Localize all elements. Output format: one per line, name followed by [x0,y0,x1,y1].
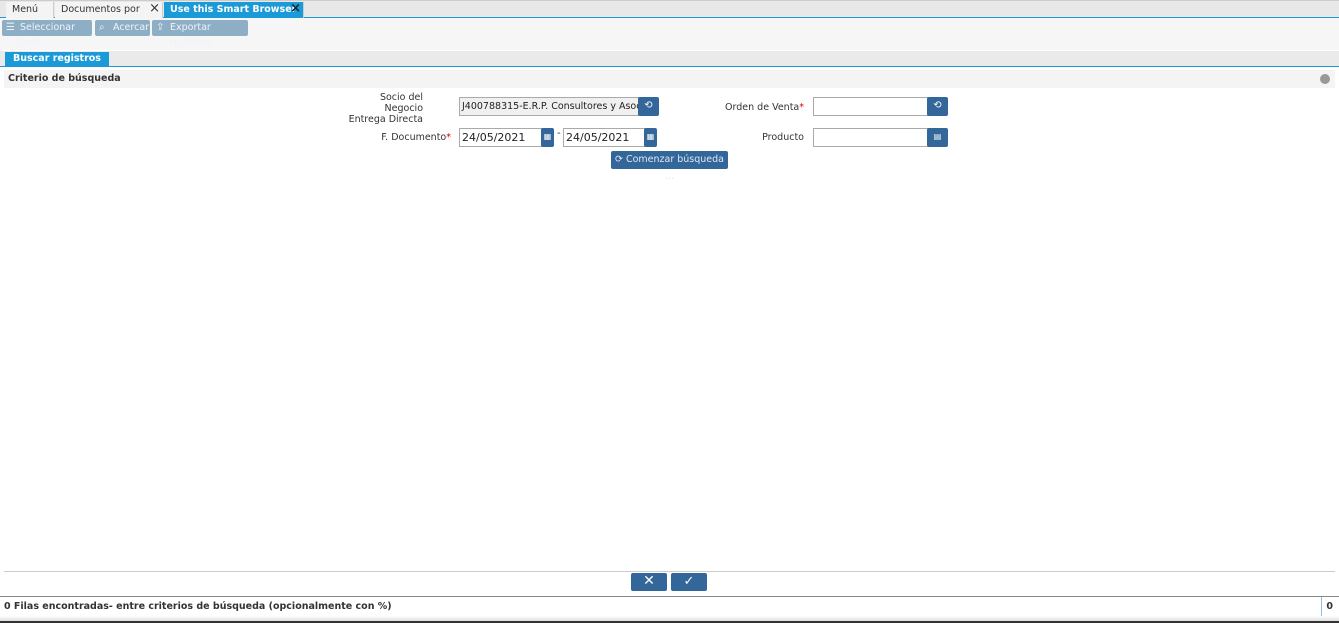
start-search-button[interactable]: ⟳ Comenzar búsqueda ... [611,151,728,182]
product-lookup-button[interactable]: ▤ [927,128,948,147]
calendar-icon: ▦ [646,132,655,141]
date-separator: - [557,128,561,139]
status-text: 0 Filas encontradas- entre criterios de … [4,601,392,612]
toolbar: ☰ Seleccionar todo ⌕ Acercar ⇪ Exportar reg… [0,18,1339,50]
zoom-icon: ⌕ [99,22,105,33]
cancel-button[interactable]: ✕ [631,573,667,591]
list-icon: ☰ [6,22,15,33]
order-lookup-button[interactable]: ⟲ [927,97,948,116]
product-label: Producto [762,132,804,143]
section-header[interactable]: Criterio de búsqueda [4,70,1335,88]
product-icon: ▤ [933,132,942,141]
tab-menu[interactable]: Menú (3) [6,2,54,30]
row-count: 0 [1321,597,1333,617]
collapse-icon[interactable] [1320,74,1330,84]
calendar-icon: ▦ [543,132,552,141]
partner-lookup-button[interactable]: ⟲ [638,97,659,116]
partner-field[interactable]: J400788315-E.R.P. Consultores y Asociado… [459,97,639,116]
date-to-field[interactable]: 24/05/2021 [563,128,645,147]
window-tabs: Menú (3) Documentos por Pagar× Use this … [0,0,1339,30]
bottom-edge [0,616,1339,623]
date-to-calendar-button[interactable]: ▦ [644,128,657,147]
date-label: F. Documento* [381,132,451,143]
check-icon: ✓ [683,574,695,589]
lookup-icon: ⟲ [644,100,653,111]
select-all-button[interactable]: ☰ Seleccionar todo [2,20,92,48]
order-label: Orden de Venta* [725,102,804,113]
tab-smart-browser[interactable]: Use this Smart Browser for ...× [164,2,304,30]
date-from-field[interactable]: 24/05/2021 [459,128,542,147]
date-from-calendar-button[interactable]: ▦ [541,128,554,147]
subtab-bar: Buscar registros [0,51,1339,67]
export-icon: ⇪ [156,22,165,33]
order-field[interactable] [813,97,929,116]
close-icon[interactable]: × [149,2,160,16]
product-field[interactable] [813,128,929,147]
ok-button[interactable]: ✓ [671,573,707,591]
close-icon: ✕ [643,573,655,589]
refresh-icon: ⟳ [614,154,626,165]
divider [4,571,1335,572]
tab-buscar-registros[interactable]: Buscar registros [5,52,109,67]
lookup-icon: ⟲ [933,100,942,111]
zoom-button[interactable]: ⌕ Acercar [95,20,150,36]
status-bar: 0 Filas encontradas- entre criterios de … [0,596,1339,617]
tab-documentos[interactable]: Documentos por Pagar× [55,2,163,30]
close-icon[interactable]: × [290,2,301,16]
export-button[interactable]: ⇪ Exportar registros [152,20,248,48]
partner-label: Socio del Negocio Entrega Directa [348,92,423,125]
